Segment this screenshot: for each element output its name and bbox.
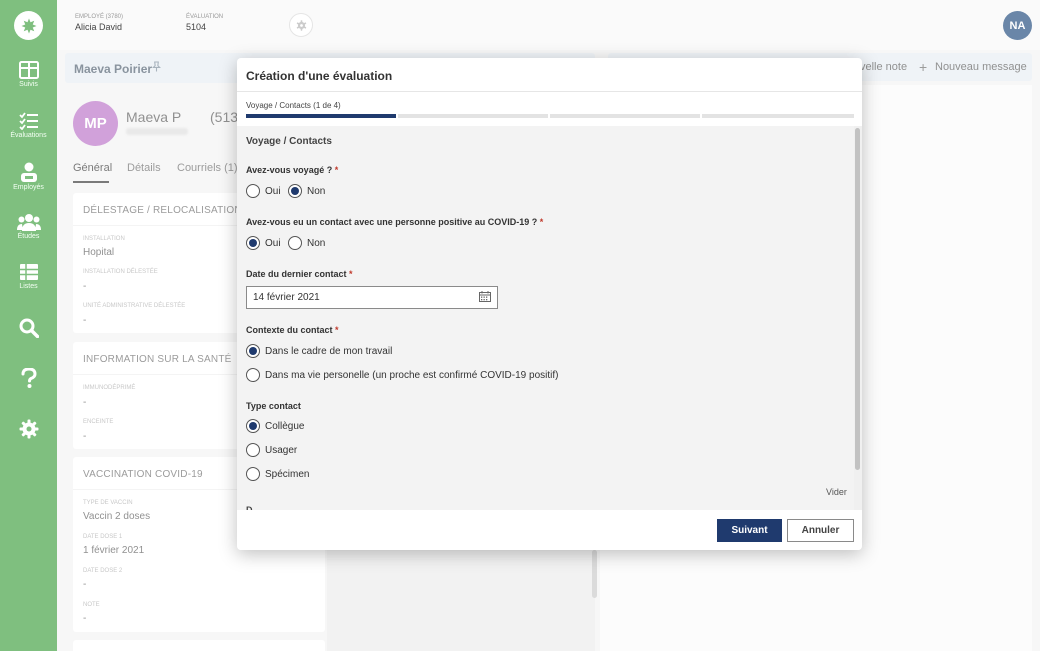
header-evaluation[interactable]: Évaluation 5104: [186, 14, 223, 32]
modal-body: Voyage / Contacts Avez-vous voyagé ? * O…: [237, 126, 862, 510]
modal-title: Création d'une évaluation: [246, 69, 393, 83]
header-evaluation-value: 5104: [186, 22, 207, 32]
radio-circle: [246, 443, 260, 457]
sidebar-item-etudes[interactable]: Études: [0, 213, 57, 240]
sidebar-item-label: Listes: [19, 283, 38, 290]
next-button[interactable]: Suivant: [717, 519, 782, 542]
radio-context-work[interactable]: Dans le cadre de mon travail: [246, 344, 392, 358]
radio-type-user[interactable]: Usager: [246, 443, 297, 457]
radio-travel-yes[interactable]: Oui: [246, 184, 281, 198]
question-contact-context: Contexte du contact *: [246, 325, 339, 335]
progress-segment-3: [550, 114, 700, 118]
step-progress: [246, 114, 854, 118]
tiles-icon: [18, 61, 39, 79]
step-label: Voyage / Contacts (1 de 4): [246, 101, 341, 110]
clear-selection-link[interactable]: Vider: [826, 487, 847, 497]
users-icon: [16, 214, 41, 231]
radio-travel-no[interactable]: Non: [288, 184, 325, 198]
radio-circle: [288, 184, 302, 198]
radio-circle: [288, 236, 302, 250]
header-employee-value: Alicia David: [75, 22, 123, 32]
evaluation-modal: Création d'une évaluation Voyage / Conta…: [237, 58, 862, 550]
gear-icon: [19, 419, 38, 439]
question-contact: Avez-vous eu un contact avec une personn…: [246, 217, 544, 227]
sidebar-item-label: Études: [17, 233, 40, 240]
sidebar-item-label: Employés: [13, 184, 44, 191]
header-employee[interactable]: Employé (3780) Alicia David: [75, 14, 123, 32]
top-header: Employé (3780) Alicia David Évaluation 5…: [57, 0, 1040, 50]
question-contact-date: Date du dernier contact *: [246, 269, 353, 279]
table-icon: [19, 264, 38, 280]
sidebar-item-evaluations[interactable]: Évaluations: [0, 112, 57, 139]
radio-circle: [246, 467, 260, 481]
question-contact-type: Type contact: [246, 401, 301, 411]
sidebar-item-settings[interactable]: [0, 419, 57, 439]
sidebar: Suivis Évaluations Employés Études Liste…: [0, 0, 57, 651]
header-settings-button[interactable]: [289, 13, 313, 37]
help-icon: [21, 368, 37, 388]
contact-date-input[interactable]: [246, 286, 498, 309]
sidebar-item-employes[interactable]: Employés: [0, 162, 57, 191]
app-logo[interactable]: [14, 11, 43, 40]
modal-scrollbar[interactable]: [855, 128, 860, 470]
search-icon: [19, 318, 39, 338]
progress-segment-4: [702, 114, 854, 118]
radio-context-personal[interactable]: Dans ma vie personelle (un proche est co…: [246, 368, 558, 382]
user-avatar[interactable]: NA: [1003, 11, 1032, 40]
radio-circle: [246, 368, 260, 382]
progress-segment-2: [398, 114, 548, 118]
radio-contact-yes[interactable]: Oui: [246, 236, 281, 250]
sidebar-item-listes[interactable]: Listes: [0, 263, 57, 290]
sidebar-item-suivis[interactable]: Suivis: [0, 61, 57, 88]
radio-circle: [246, 236, 260, 250]
cancel-button[interactable]: Annuler: [787, 519, 854, 542]
gear-icon: [296, 19, 306, 31]
radio-circle: [246, 184, 260, 198]
progress-segment-1: [246, 114, 396, 118]
calendar-icon[interactable]: [479, 291, 491, 305]
header-evaluation-label: Évaluation: [186, 14, 224, 20]
radio-type-specimen[interactable]: Spécimen: [246, 467, 309, 481]
header-employee-label: Employé (3780): [75, 14, 124, 20]
radio-circle: [246, 419, 260, 433]
sidebar-item-label: Suivis: [19, 81, 38, 88]
radio-contact-no[interactable]: Non: [288, 236, 325, 250]
section-title: Voyage / Contacts: [246, 136, 332, 147]
sidebar-item-search[interactable]: [0, 318, 57, 338]
checklist-icon: [18, 112, 38, 130]
sidebar-item-label: Évaluations: [10, 132, 47, 139]
divider: [237, 91, 862, 92]
question-travel: Avez-vous voyagé ? *: [246, 165, 339, 175]
radio-type-colleague[interactable]: Collègue: [246, 419, 304, 433]
leaf-icon: [21, 18, 36, 33]
employee-icon: [20, 162, 37, 182]
radio-circle: [246, 344, 260, 358]
sidebar-item-help[interactable]: [0, 368, 57, 388]
